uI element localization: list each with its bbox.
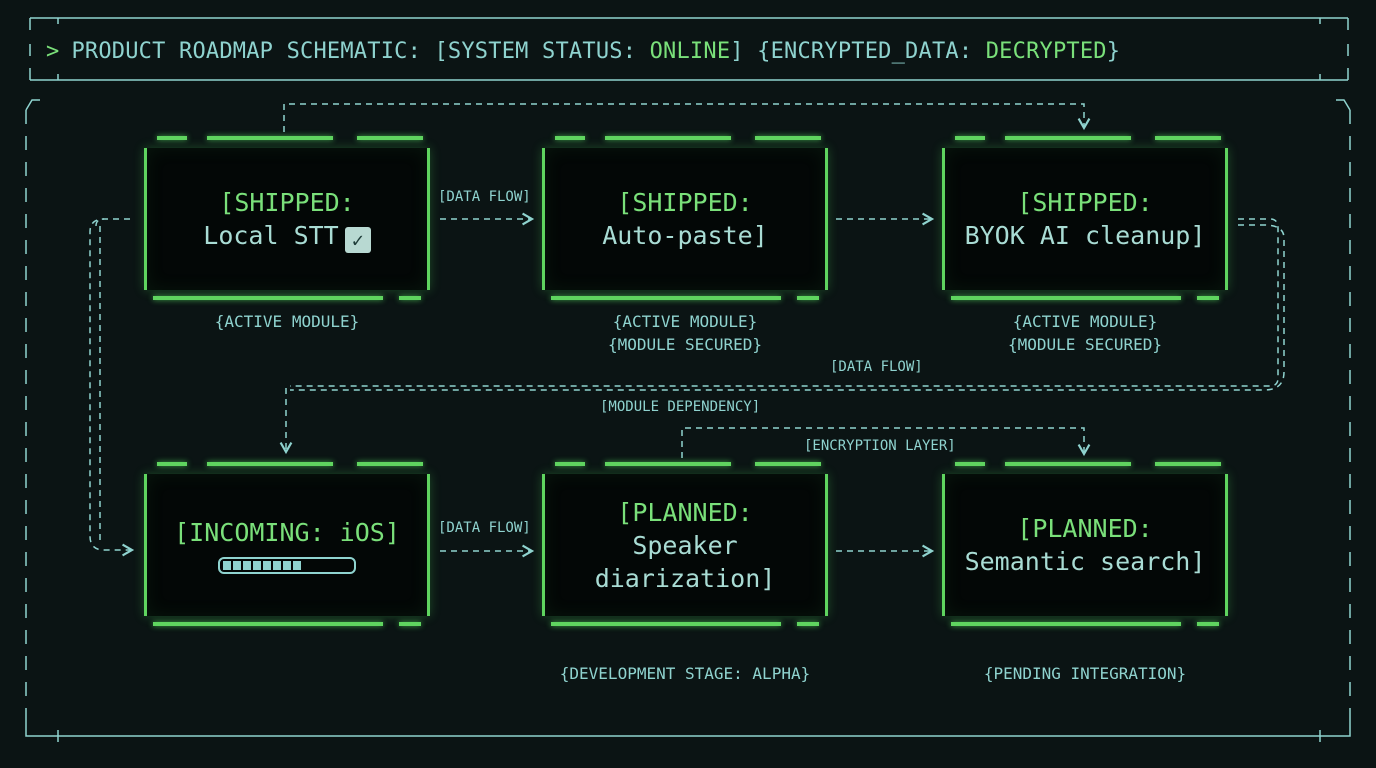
node-feature-name: BYOK AI cleanup] — [964, 221, 1206, 250]
node-status-title: [SHIPPED: — [1017, 188, 1153, 217]
node-feature-name: Auto-paste] — [602, 221, 768, 250]
caption-line: {ACTIVE MODULE} — [1012, 312, 1158, 331]
node-status-title: [PLANNED: — [617, 497, 753, 527]
data-flow-label-3: [DATA FLOW] — [438, 520, 531, 536]
node-status-title: [SHIPPED: — [219, 187, 355, 217]
prompt-symbol: > — [46, 39, 60, 64]
progress-segment — [273, 561, 281, 570]
connector-left-loop-a — [89, 218, 135, 557]
checkmark-icon: ✓ — [344, 226, 371, 253]
node-status-title: [PLANNED: — [1017, 514, 1153, 543]
node-semantic-search: [PLANNED: Semantic search] — [942, 462, 1228, 626]
encryption-layer-label: [ENCRYPTION LAYER] — [804, 438, 956, 454]
node-auto-paste: [SHIPPED: Auto-paste] — [542, 136, 828, 300]
module-dependency-label: [MODULE DEPENDENCY] — [600, 399, 761, 415]
data-flow-label-2: [DATA FLOW] — [830, 359, 923, 375]
node-feature-label: Local STT — [203, 220, 339, 250]
node-speaker-diarization: [PLANNED: Speaker diarization] — [542, 462, 828, 626]
schematic-lines — [25, 17, 1351, 742]
progress-segment — [283, 561, 291, 570]
caption-line: {ACTIVE MODULE} — [214, 312, 360, 331]
header-suffix: } — [1106, 39, 1121, 64]
caption-line: {MODULE SECURED} — [607, 335, 763, 354]
ios-progress-bar — [218, 557, 356, 574]
progress-segment — [223, 561, 231, 570]
connector-top-arc — [283, 103, 1091, 132]
frame-corner-top — [25, 99, 1351, 111]
schematic-header: > PRODUCT ROADMAP SCHEMATIC: [SYSTEM STAT… — [46, 37, 1120, 67]
caption-byok: {ACTIVE MODULE} {MODULE SECURED} — [942, 310, 1228, 356]
node-feature-name-line1: Speaker — [632, 530, 738, 560]
progress-segment — [263, 561, 271, 570]
node-local-stt: [SHIPPED: Local STT ✓ — [144, 136, 430, 300]
caption-line: {DEVELOPMENT STAGE: ALPHA} — [559, 664, 811, 683]
node-ios: [INCOMING: iOS] — [144, 462, 430, 626]
node-status-title: [INCOMING: iOS] — [174, 518, 400, 547]
node-feature-name: Local STT ✓ — [203, 219, 371, 253]
caption-line: {ACTIVE MODULE} — [612, 312, 758, 331]
progress-segment — [243, 561, 251, 570]
caption-speaker: {DEVELOPMENT STAGE: ALPHA} — [520, 662, 850, 685]
data-flow-label-1: [DATA FLOW] — [438, 189, 531, 205]
progress-segment — [253, 561, 261, 570]
progress-segment — [233, 561, 241, 570]
encrypted-state-value: DECRYPTED — [985, 39, 1107, 64]
frame-corner-bottom — [25, 716, 1351, 737]
caption-auto-paste: {ACTIVE MODULE} {MODULE SECURED} — [542, 310, 828, 356]
caption-semantic: {PENDING INTEGRATION} — [942, 662, 1228, 685]
caption-local-stt: {ACTIVE MODULE} — [144, 310, 430, 333]
system-status-value: ONLINE — [649, 39, 731, 64]
caption-line: {PENDING INTEGRATION} — [983, 664, 1187, 683]
node-feature-name: Semantic search] — [964, 547, 1206, 576]
progress-segment — [293, 561, 301, 570]
caption-line: {MODULE SECURED} — [1007, 335, 1163, 354]
node-status-title: [SHIPPED: — [617, 188, 753, 217]
node-feature-name-line2: diarization] — [594, 563, 776, 593]
node-byok-ai-cleanup: [SHIPPED: BYOK AI cleanup] — [942, 136, 1228, 300]
header-mid: ] {ENCRYPTED_DATA: — [730, 39, 986, 64]
header-prefix: PRODUCT ROADMAP SCHEMATIC: [SYSTEM STATU… — [71, 39, 650, 64]
